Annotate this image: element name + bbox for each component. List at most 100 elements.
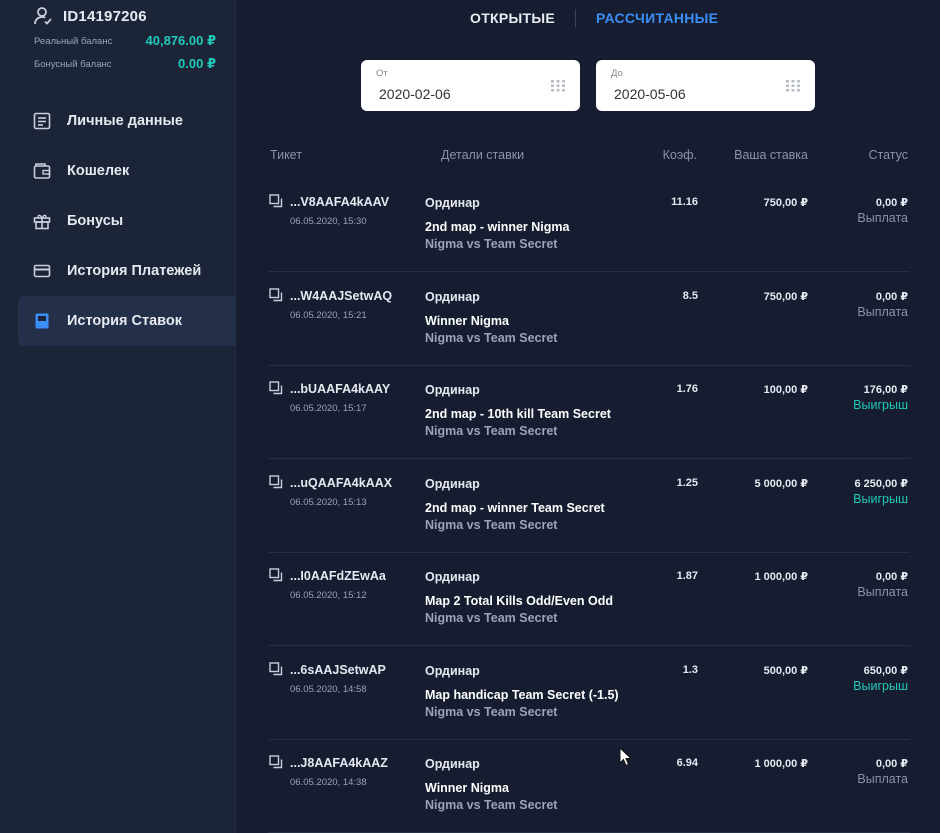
copy-icon[interactable] — [269, 194, 283, 208]
copy-icon[interactable] — [269, 287, 283, 302]
copy-icon[interactable] — [269, 568, 283, 582]
copy-icon[interactable] — [269, 474, 283, 489]
mouse-cursor-icon — [619, 747, 633, 767]
status-badge: Выигрыш — [853, 678, 908, 693]
sidebar-item-label: Личные данные — [67, 113, 183, 129]
date-from-value: 2020-02-06 — [379, 86, 451, 102]
bonus-balance: Бонусный баланс 0.00 ₽ — [34, 56, 216, 72]
copy-icon[interactable] — [269, 661, 283, 676]
bet-status-tabs: ОТКРЫТЫЕ РАССЧИТАННЫЕ — [470, 8, 718, 28]
header-stake: Ваша ставка — [734, 148, 808, 162]
bet-type: Ординар — [425, 383, 480, 397]
bet-payout: 0,00 ₽ — [875, 197, 908, 209]
bet-type: Ординар — [425, 476, 480, 491]
header-ticket: Тикет — [270, 148, 302, 162]
user-info: ID14197206 — [33, 6, 147, 26]
table-row[interactable]: ...6sAAJSetwAP 06.05.2020, 14:58 Ординар Ma… — [268, 646, 910, 740]
status-badge: Выигрыш — [853, 491, 908, 506]
bet-market: Map handicap Team Secret (-1.5) — [425, 687, 619, 702]
bet-market: 2nd map - winner Team Secret — [425, 500, 605, 515]
bet-slip-icon — [35, 313, 49, 329]
bet-stake: 5 000,00 ₽ — [754, 477, 808, 490]
bet-stake: 1 000,00 ₽ — [754, 758, 808, 770]
status-badge: Выигрыш — [853, 398, 908, 412]
real-balance-value: 40,876.00 ₽ — [145, 33, 217, 48]
sidebar-item-label: Бонусы — [67, 213, 124, 229]
bet-payout: 0,00 ₽ — [875, 758, 908, 770]
bet-payout: 0,00 ₽ — [875, 571, 908, 583]
bet-market: 2nd map - winner Nigma — [425, 220, 570, 234]
table-row[interactable]: ...W4AAJSetwAQ 06.05.2020, 15:21 Ординар Wi… — [268, 272, 910, 366]
profile-doc-icon — [33, 112, 51, 130]
gift-icon — [33, 214, 51, 230]
bet-coef: 1.3 — [682, 663, 698, 676]
bet-date: 06.05.2020, 15:13 — [290, 496, 367, 508]
bet-type: Ординар — [425, 289, 480, 304]
sidebar-item-label: История Платежей — [67, 263, 202, 279]
bet-payout: 0,00 ₽ — [875, 290, 908, 303]
bet-coef: 6.94 — [676, 757, 698, 769]
copy-icon[interactable] — [269, 381, 283, 395]
bet-coef: 1.76 — [676, 383, 698, 395]
sidebar-item-personal-data[interactable]: Личные данные — [18, 96, 236, 146]
date-from-field[interactable]: От 2020-02-06 — [361, 60, 580, 111]
table-row[interactable]: ...V8AAFA4kAAV 06.05.2020, 15:30 Ординар 2n… — [268, 178, 910, 272]
bet-stake: 100,00 ₽ — [763, 384, 808, 396]
bet-payout: 6 250,00 ₽ — [854, 477, 908, 490]
ticket-id: ...W4AAJSetwAQ — [290, 288, 393, 303]
sidebar-item-bonuses[interactable]: Бонусы — [18, 196, 236, 246]
ticket-id: ...V8AAFA4kAAV — [290, 195, 390, 209]
date-from-label: От — [376, 68, 388, 79]
sidebar-menu: Личные данные Кошелек Бонусы История Пла… — [18, 96, 236, 346]
ticket-id: ...uQAAFA4kAAX — [290, 475, 393, 490]
user-verified-icon — [34, 7, 52, 25]
tab-calculated[interactable]: РАССЧИТАННЫЕ — [596, 10, 718, 26]
bet-event: Nigma vs Team Secret — [425, 704, 558, 719]
date-to-field[interactable]: До 2020-05-06 — [596, 60, 815, 111]
status-badge: Выплата — [857, 304, 908, 319]
bet-coef: 11.16 — [671, 196, 698, 208]
ticket-id: ...J8AAFA4kAAZ — [290, 756, 388, 770]
bet-event: Nigma vs Team Secret — [425, 330, 558, 345]
sidebar-item-wallet[interactable]: Кошелек — [18, 146, 236, 196]
bet-payout: 176,00 ₽ — [863, 384, 908, 396]
ticket-id: ...6sAAJSetwAP — [290, 662, 386, 677]
status-badge: Выплата — [857, 211, 908, 225]
tab-open[interactable]: ОТКРЫТЫЕ — [470, 10, 555, 26]
bet-market: Winner Nigma — [425, 781, 509, 795]
bet-date: 06.05.2020, 15:21 — [290, 309, 367, 321]
ticket-id: ...bUAAFA4kAAY — [290, 382, 391, 396]
bet-stake: 750,00 ₽ — [763, 290, 808, 303]
bonus-balance-value: 0.00 ₽ — [178, 56, 216, 71]
header-status: Статус — [868, 148, 908, 162]
bet-event: Nigma vs Team Secret — [425, 517, 558, 532]
bet-date: 06.05.2020, 15:17 — [290, 403, 367, 414]
sidebar-item-payment-history[interactable]: История Платежей — [18, 246, 236, 296]
bet-market: Winner Nigma — [425, 313, 509, 328]
sidebar-item-bet-history[interactable]: История Ставок — [18, 296, 236, 346]
calendar-icon[interactable] — [550, 79, 566, 93]
status-badge: Выплата — [857, 585, 908, 599]
ticket-id: ...I0AAFdZEwAa — [290, 569, 386, 583]
bet-stake: 1 000,00 ₽ — [754, 571, 808, 583]
bet-market: Map 2 Total Kills Odd/Even Odd — [425, 594, 613, 608]
bet-event: Nigma vs Team Secret — [425, 424, 558, 438]
bets-table-header: Тикет Детали ставки Коэф. Ваша ставка Ст… — [270, 148, 910, 164]
bet-type: Ординар — [425, 663, 480, 678]
table-row[interactable]: ...bUAAFA4kAAY 06.05.2020, 15:17 Ординар 2n… — [268, 365, 910, 459]
header-coef: Коэф. — [662, 148, 697, 162]
table-row[interactable]: ...J8AAFA4kAAZ 06.05.2020, 14:38 Ординар Wi… — [268, 739, 910, 833]
card-icon — [33, 264, 51, 278]
bet-market: 2nd map - 10th kill Team Secret — [425, 407, 611, 421]
calendar-icon[interactable] — [785, 79, 801, 93]
bet-type: Ординар — [425, 757, 480, 771]
bet-payout: 650,00 ₽ — [863, 664, 908, 677]
table-row[interactable]: ...uQAAFA4kAAX 06.05.2020, 15:13 Ординар 2n… — [268, 459, 910, 553]
bet-event: Nigma vs Team Secret — [425, 611, 558, 625]
tab-divider — [575, 9, 577, 27]
table-row[interactable]: ...I0AAFdZEwAa 06.05.2020, 15:12 Ординар Ma… — [268, 552, 910, 646]
bet-stake: 750,00 ₽ — [763, 197, 808, 209]
wallet-icon — [33, 163, 51, 179]
date-to-value: 2020-05-06 — [614, 86, 686, 102]
copy-icon[interactable] — [269, 755, 283, 769]
